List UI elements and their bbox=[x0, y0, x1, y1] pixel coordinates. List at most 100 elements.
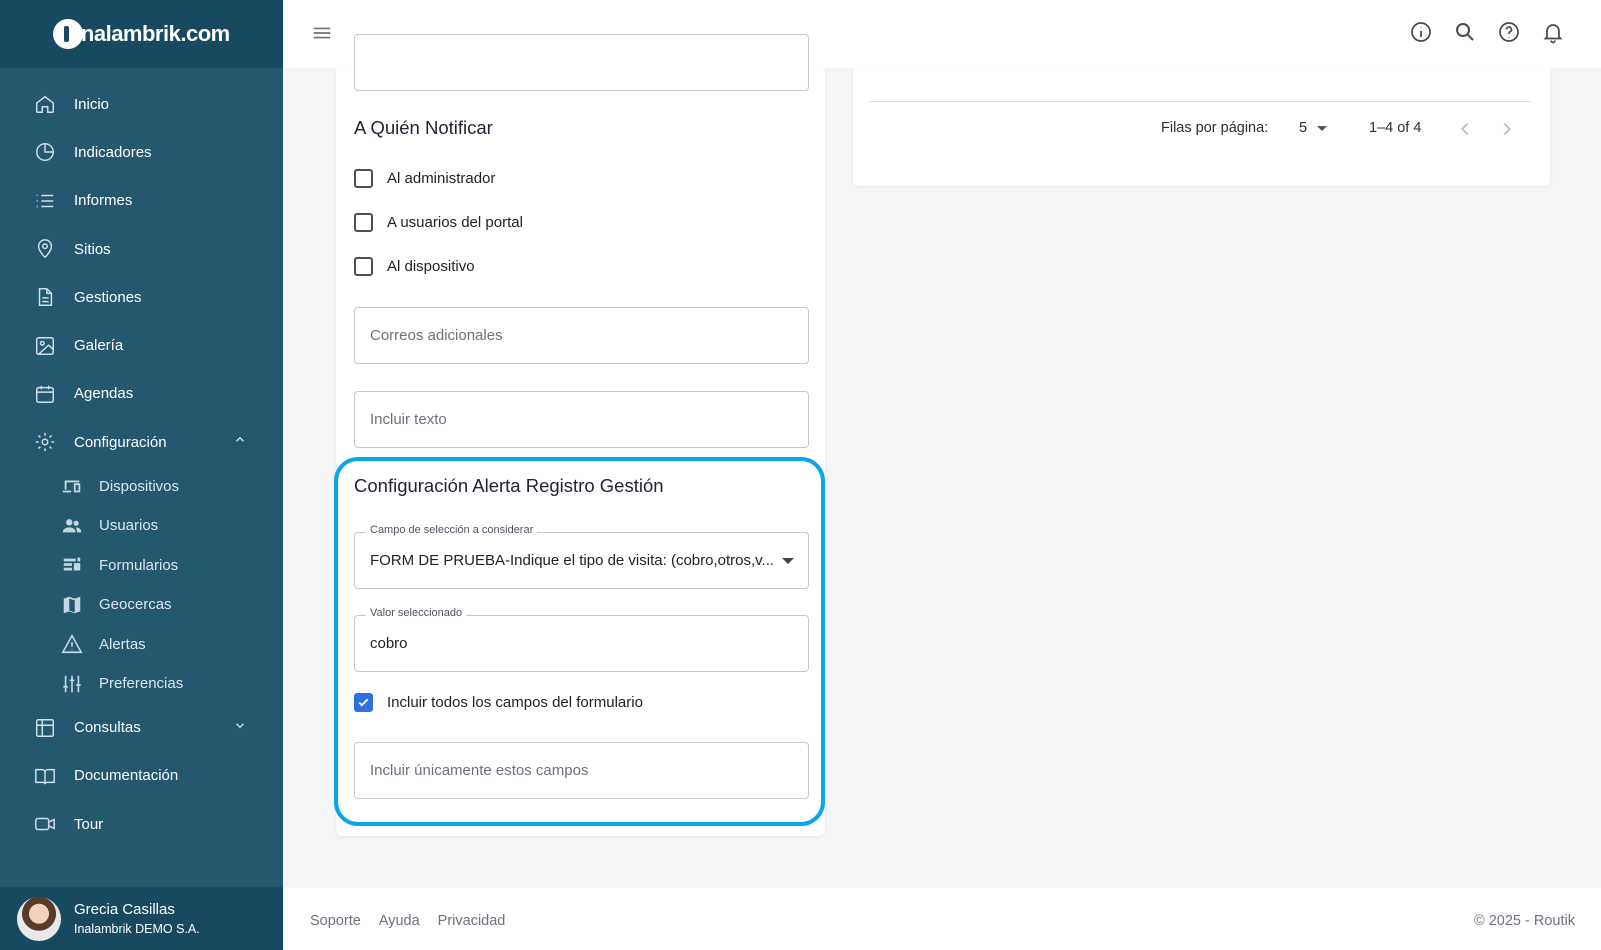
location-pin-icon bbox=[34, 238, 56, 260]
checkbox-label: Al administrador bbox=[387, 170, 496, 187]
sidebar: inalambrik.com Inicio Indicadores Inform… bbox=[0, 0, 283, 950]
chevron-down-icon[interactable] bbox=[233, 718, 247, 737]
sidebar-item-label: Galería bbox=[74, 337, 124, 355]
checkbox-box-checked[interactable] bbox=[354, 693, 373, 712]
sliders-icon bbox=[61, 673, 83, 695]
rows-per-page-value: 5 bbox=[1299, 120, 1308, 136]
table-icon bbox=[34, 717, 56, 739]
checkbox-label: Al dispositivo bbox=[387, 258, 475, 275]
sidebar-subitem-geocercas[interactable]: Geocercas bbox=[0, 585, 283, 625]
user-name: Grecia Casillas bbox=[74, 901, 175, 918]
sidebar-item-label: Indicadores bbox=[74, 143, 152, 161]
sidebar-item-inicio[interactable]: Inicio bbox=[0, 80, 283, 128]
document-icon bbox=[34, 286, 56, 308]
brand-name: inalambrik.com bbox=[75, 21, 230, 46]
image-icon bbox=[34, 335, 56, 357]
sidebar-nav: Inicio Indicadores Informes Sitios Gesti… bbox=[0, 68, 283, 848]
footer: Soporte Ayuda Privacidad © 2025 - Routik bbox=[283, 888, 1601, 950]
notify-portal-users-checkbox[interactable]: A usuarios del portal bbox=[354, 213, 523, 232]
notify-section-title: A Quién Notificar bbox=[354, 117, 493, 138]
user-organization: Inalambrik DEMO S.A. bbox=[74, 922, 200, 936]
selected-value-field[interactable]: Valor seleccionado cobro bbox=[354, 607, 809, 672]
footer-link-privacidad[interactable]: Privacidad bbox=[438, 913, 506, 929]
forms-icon bbox=[61, 554, 83, 576]
user-profile[interactable]: Grecia Casillas Inalambrik DEMO S.A. bbox=[0, 887, 283, 950]
prev-page-icon[interactable] bbox=[1454, 118, 1476, 140]
gear-icon bbox=[34, 431, 56, 453]
sidebar-subitem-dispositivos[interactable]: Dispositivos bbox=[0, 466, 283, 506]
sidebar-item-label: Documentación bbox=[74, 767, 179, 785]
table-divider bbox=[869, 101, 1531, 102]
include-text-input[interactable] bbox=[370, 411, 793, 428]
sidebar-item-label: Consultas bbox=[74, 719, 141, 737]
sidebar-item-label: Sitios bbox=[74, 240, 111, 258]
sidebar-item-tour[interactable]: Tour bbox=[0, 800, 283, 848]
bell-icon[interactable] bbox=[1541, 20, 1565, 44]
sidebar-subitem-formularios[interactable]: Formularios bbox=[0, 545, 283, 585]
footer-link-soporte[interactable]: Soporte bbox=[310, 913, 361, 929]
sidebar-item-agendas[interactable]: Agendas bbox=[0, 370, 283, 418]
sidebar-item-configuracion[interactable]: Configuración bbox=[0, 418, 283, 466]
sidebar-subitem-label: Geocercas bbox=[99, 596, 172, 614]
devices-icon bbox=[61, 475, 83, 497]
only-fields-input[interactable] bbox=[370, 762, 793, 779]
sidebar-item-galeria[interactable]: Galería bbox=[0, 321, 283, 369]
menu-icon[interactable] bbox=[311, 22, 333, 44]
sidebar-item-label: Informes bbox=[74, 192, 133, 210]
help-icon[interactable] bbox=[1497, 20, 1521, 44]
sidebar-subitem-label: Dispositivos bbox=[99, 477, 180, 495]
sidebar-item-label: Inicio bbox=[74, 95, 110, 113]
sidebar-item-consultas[interactable]: Consultas bbox=[0, 703, 283, 751]
next-page-icon[interactable] bbox=[1496, 118, 1518, 140]
sidebar-item-indicadores[interactable]: Indicadores bbox=[0, 128, 283, 176]
footer-link-ayuda[interactable]: Ayuda bbox=[379, 913, 420, 929]
video-icon bbox=[34, 813, 56, 835]
brand-header: inalambrik.com bbox=[0, 0, 283, 68]
include-text-field[interactable] bbox=[354, 391, 809, 448]
sidebar-subitem-usuarios[interactable]: Usuarios bbox=[0, 506, 283, 546]
sidebar-subitem-label: Usuarios bbox=[99, 517, 159, 535]
warning-icon bbox=[61, 633, 83, 655]
checkbox-box[interactable] bbox=[354, 169, 373, 188]
sidebar-item-gestiones[interactable]: Gestiones bbox=[0, 273, 283, 321]
home-icon bbox=[34, 93, 56, 115]
checkbox-label: A usuarios del portal bbox=[387, 214, 523, 231]
checkbox-box[interactable] bbox=[354, 257, 373, 276]
dropdown-arrow-icon[interactable] bbox=[782, 557, 794, 564]
sidebar-item-label: Tour bbox=[74, 815, 104, 833]
sidebar-item-label: Configuración bbox=[74, 433, 167, 451]
pagination-range: 1–4 of 4 bbox=[1369, 120, 1422, 136]
select-value: FORM DE PRUEBA-Indique el tipo de visita… bbox=[370, 552, 775, 569]
sidebar-subitem-preferencias[interactable]: Preferencias bbox=[0, 664, 283, 704]
avatar bbox=[17, 896, 61, 941]
search-icon[interactable] bbox=[1453, 20, 1477, 44]
sidebar-subitem-label: Formularios bbox=[99, 556, 179, 574]
book-icon bbox=[34, 765, 56, 787]
users-icon bbox=[61, 515, 83, 537]
extra-emails-input[interactable] bbox=[370, 327, 793, 344]
sidebar-item-informes[interactable]: Informes bbox=[0, 177, 283, 225]
chevron-up-icon[interactable] bbox=[233, 433, 247, 452]
alert-config-title: Configuración Alerta Registro Gestión bbox=[354, 475, 664, 496]
checkbox-label: Incluir todos los campos del formulario bbox=[387, 694, 643, 711]
info-icon[interactable] bbox=[1409, 20, 1433, 44]
checkbox-box[interactable] bbox=[354, 213, 373, 232]
select-floating-label: Campo de selección a considerar bbox=[366, 524, 538, 536]
sidebar-item-sitios[interactable]: Sitios bbox=[0, 225, 283, 273]
extra-emails-field[interactable] bbox=[354, 307, 809, 364]
only-fields-field[interactable] bbox=[354, 742, 809, 799]
map-icon bbox=[61, 594, 83, 616]
brand-logo[interactable]: inalambrik.com bbox=[53, 19, 230, 49]
notify-device-checkbox[interactable]: Al dispositivo bbox=[354, 257, 475, 276]
pie-chart-icon bbox=[34, 141, 56, 163]
partial-top-field[interactable] bbox=[354, 34, 809, 91]
sidebar-subitem-label: Alertas bbox=[99, 635, 146, 653]
selection-field-select[interactable]: Campo de selección a considerar FORM DE … bbox=[354, 524, 809, 589]
rows-per-page-select[interactable]: 5 bbox=[1299, 120, 1328, 136]
notify-admin-checkbox[interactable]: Al administrador bbox=[354, 169, 495, 188]
sidebar-item-documentacion[interactable]: Documentación bbox=[0, 752, 283, 800]
sidebar-subitem-alertas[interactable]: Alertas bbox=[0, 624, 283, 664]
sidebar-item-label: Agendas bbox=[74, 385, 134, 403]
sidebar-item-label: Gestiones bbox=[74, 288, 142, 306]
include-all-fields-checkbox[interactable]: Incluir todos los campos del formulario bbox=[354, 693, 643, 712]
